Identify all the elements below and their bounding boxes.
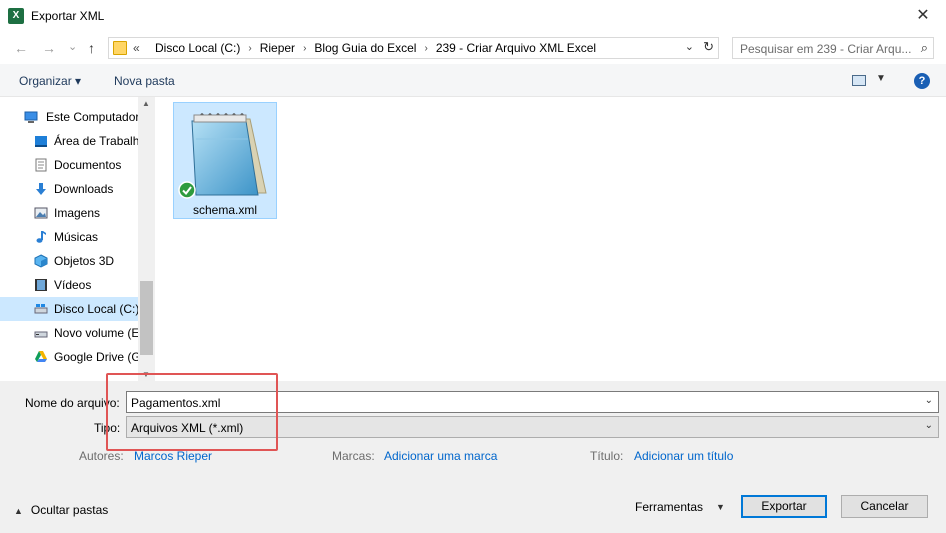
tools-button[interactable]: Ferramentas bbox=[635, 500, 703, 514]
refresh-icon[interactable]: ↻ bbox=[703, 39, 714, 55]
chevron-down-icon[interactable]: ⌄ bbox=[685, 40, 694, 53]
breadcrumb-overflow[interactable]: « bbox=[133, 41, 140, 55]
cancel-button[interactable]: Cancelar bbox=[841, 495, 928, 518]
scroll-up-icon[interactable]: ▲ bbox=[142, 99, 150, 108]
breadcrumb-item[interactable]: Disco Local (C:) bbox=[149, 41, 246, 56]
sidebar-item-local-disk[interactable]: Disco Local (C:) bbox=[0, 297, 138, 321]
sidebar-item-desktop[interactable]: Área de Trabalho bbox=[0, 129, 138, 153]
sidebar-item-videos[interactable]: Vídeos bbox=[0, 273, 138, 297]
chevron-down-icon[interactable]: ▼ bbox=[876, 73, 886, 84]
tags-label: Marcas: bbox=[332, 449, 375, 463]
new-folder-button[interactable]: Nova pasta bbox=[114, 74, 175, 88]
authors-label: Autores: bbox=[79, 449, 124, 463]
videos-icon bbox=[35, 279, 47, 291]
sidebar-item-label: Google Drive (G:) bbox=[54, 350, 138, 364]
add-title-link[interactable]: Adicionar um título bbox=[634, 449, 733, 463]
address-bar[interactable]: « Disco Local (C:) › Rieper › Blog Guia … bbox=[108, 37, 719, 59]
sidebar-item-label: Este Computador bbox=[46, 110, 138, 124]
scrollbar-thumb[interactable] bbox=[140, 281, 153, 355]
highlight-annotation bbox=[106, 373, 278, 451]
breadcrumb: Disco Local (C:) › Rieper › Blog Guia do… bbox=[149, 41, 602, 56]
navigation-pane: Este Computador Área de Trabalho Documen… bbox=[0, 97, 155, 381]
sidebar-item-label: Disco Local (C:) bbox=[54, 302, 138, 316]
chevron-down-icon[interactable]: ⌄ bbox=[925, 395, 933, 406]
close-button[interactable]: ✕ bbox=[900, 0, 946, 32]
sidebar-item-label: Área de Trabalho bbox=[54, 134, 138, 148]
up-button[interactable]: ↑ bbox=[88, 39, 95, 57]
authors-link[interactable]: Marcos Rieper bbox=[134, 449, 212, 463]
chevron-down-icon[interactable]: ▼ bbox=[716, 502, 725, 512]
title-label: Título: bbox=[590, 449, 624, 463]
chevron-right-icon[interactable]: › bbox=[246, 41, 253, 56]
search-placeholder: Pesquisar em 239 - Criar Arqu... bbox=[740, 42, 912, 56]
folder-icon bbox=[113, 41, 127, 55]
file-name: schema.xml bbox=[192, 203, 257, 217]
sidebar-item-google-drive[interactable]: Google Drive (G:) bbox=[0, 345, 138, 369]
sidebar-item-documents[interactable]: Documentos bbox=[0, 153, 138, 177]
sidebar-item-label: Documentos bbox=[54, 158, 122, 172]
excel-app-icon: X bbox=[8, 8, 24, 24]
chevron-up-icon: ▲ bbox=[14, 506, 23, 516]
window-title: Exportar XML bbox=[31, 9, 105, 23]
documents-icon bbox=[35, 158, 47, 172]
sidebar-item-label: Novo volume (E:) bbox=[54, 326, 138, 340]
sidebar-item-3d-objects[interactable]: Objetos 3D bbox=[0, 249, 138, 273]
sidebar-item-downloads[interactable]: Downloads bbox=[0, 177, 138, 201]
sidebar-item-pictures[interactable]: Imagens bbox=[0, 201, 138, 225]
help-icon[interactable]: ? bbox=[914, 73, 930, 89]
breadcrumb-item[interactable]: Blog Guia do Excel bbox=[308, 41, 422, 56]
chevron-right-icon[interactable]: › bbox=[422, 41, 429, 56]
search-input[interactable]: Pesquisar em 239 - Criar Arqu... ⌕ bbox=[732, 37, 934, 59]
drive-icon bbox=[34, 331, 48, 338]
hide-folders-label: Ocultar pastas bbox=[30, 503, 109, 517]
add-tag-link[interactable]: Adicionar uma marca bbox=[384, 449, 497, 463]
sidebar-item-label: Objetos 3D bbox=[54, 254, 115, 268]
chevron-down-icon[interactable]: ⌄ bbox=[925, 420, 933, 431]
google-drive-icon bbox=[35, 351, 47, 362]
computer-icon bbox=[24, 111, 38, 123]
view-options-icon[interactable] bbox=[852, 75, 866, 86]
recent-locations-button[interactable]: ⌄ bbox=[68, 38, 77, 56]
command-toolbar: Organizar ▾ Nova pasta ▼ ? bbox=[0, 64, 946, 97]
search-icon[interactable]: ⌕ bbox=[921, 40, 928, 56]
sidebar-item-music[interactable]: Músicas bbox=[0, 225, 138, 249]
forward-button[interactable]: → bbox=[42, 39, 56, 57]
export-button[interactable]: Exportar bbox=[741, 495, 827, 518]
file-item[interactable]: schema.xml bbox=[173, 102, 277, 219]
sidebar-item-label: Downloads bbox=[54, 182, 114, 196]
drive-icon bbox=[34, 304, 48, 314]
music-icon bbox=[36, 231, 46, 243]
sidebar-item-new-volume[interactable]: Novo volume (E:) bbox=[0, 321, 138, 345]
back-button[interactable]: ← bbox=[14, 39, 28, 57]
navigation-pane-scrollbar[interactable]: ▲ ▼ bbox=[138, 97, 155, 381]
chevron-right-icon[interactable]: › bbox=[301, 41, 308, 56]
breadcrumb-item[interactable]: Rieper bbox=[254, 41, 301, 56]
3d-objects-icon bbox=[34, 254, 48, 268]
title-bar: X Exportar XML ✕ bbox=[0, 0, 946, 32]
sidebar-item-this-pc[interactable]: Este Computador bbox=[0, 105, 138, 129]
sidebar-item-label: Imagens bbox=[54, 206, 101, 220]
organize-button[interactable]: Organizar ▾ bbox=[19, 74, 81, 88]
downloads-icon bbox=[36, 183, 46, 195]
hide-folders-button[interactable]: ▲ Ocultar pastas bbox=[14, 503, 108, 517]
sidebar-item-label: Vídeos bbox=[54, 278, 92, 292]
pictures-icon bbox=[34, 207, 48, 219]
desktop-icon bbox=[35, 136, 47, 147]
sidebar-item-label: Músicas bbox=[54, 230, 99, 244]
sync-status-icon bbox=[178, 181, 196, 199]
breadcrumb-item[interactable]: 239 - Criar Arquivo XML Excel bbox=[430, 41, 602, 56]
